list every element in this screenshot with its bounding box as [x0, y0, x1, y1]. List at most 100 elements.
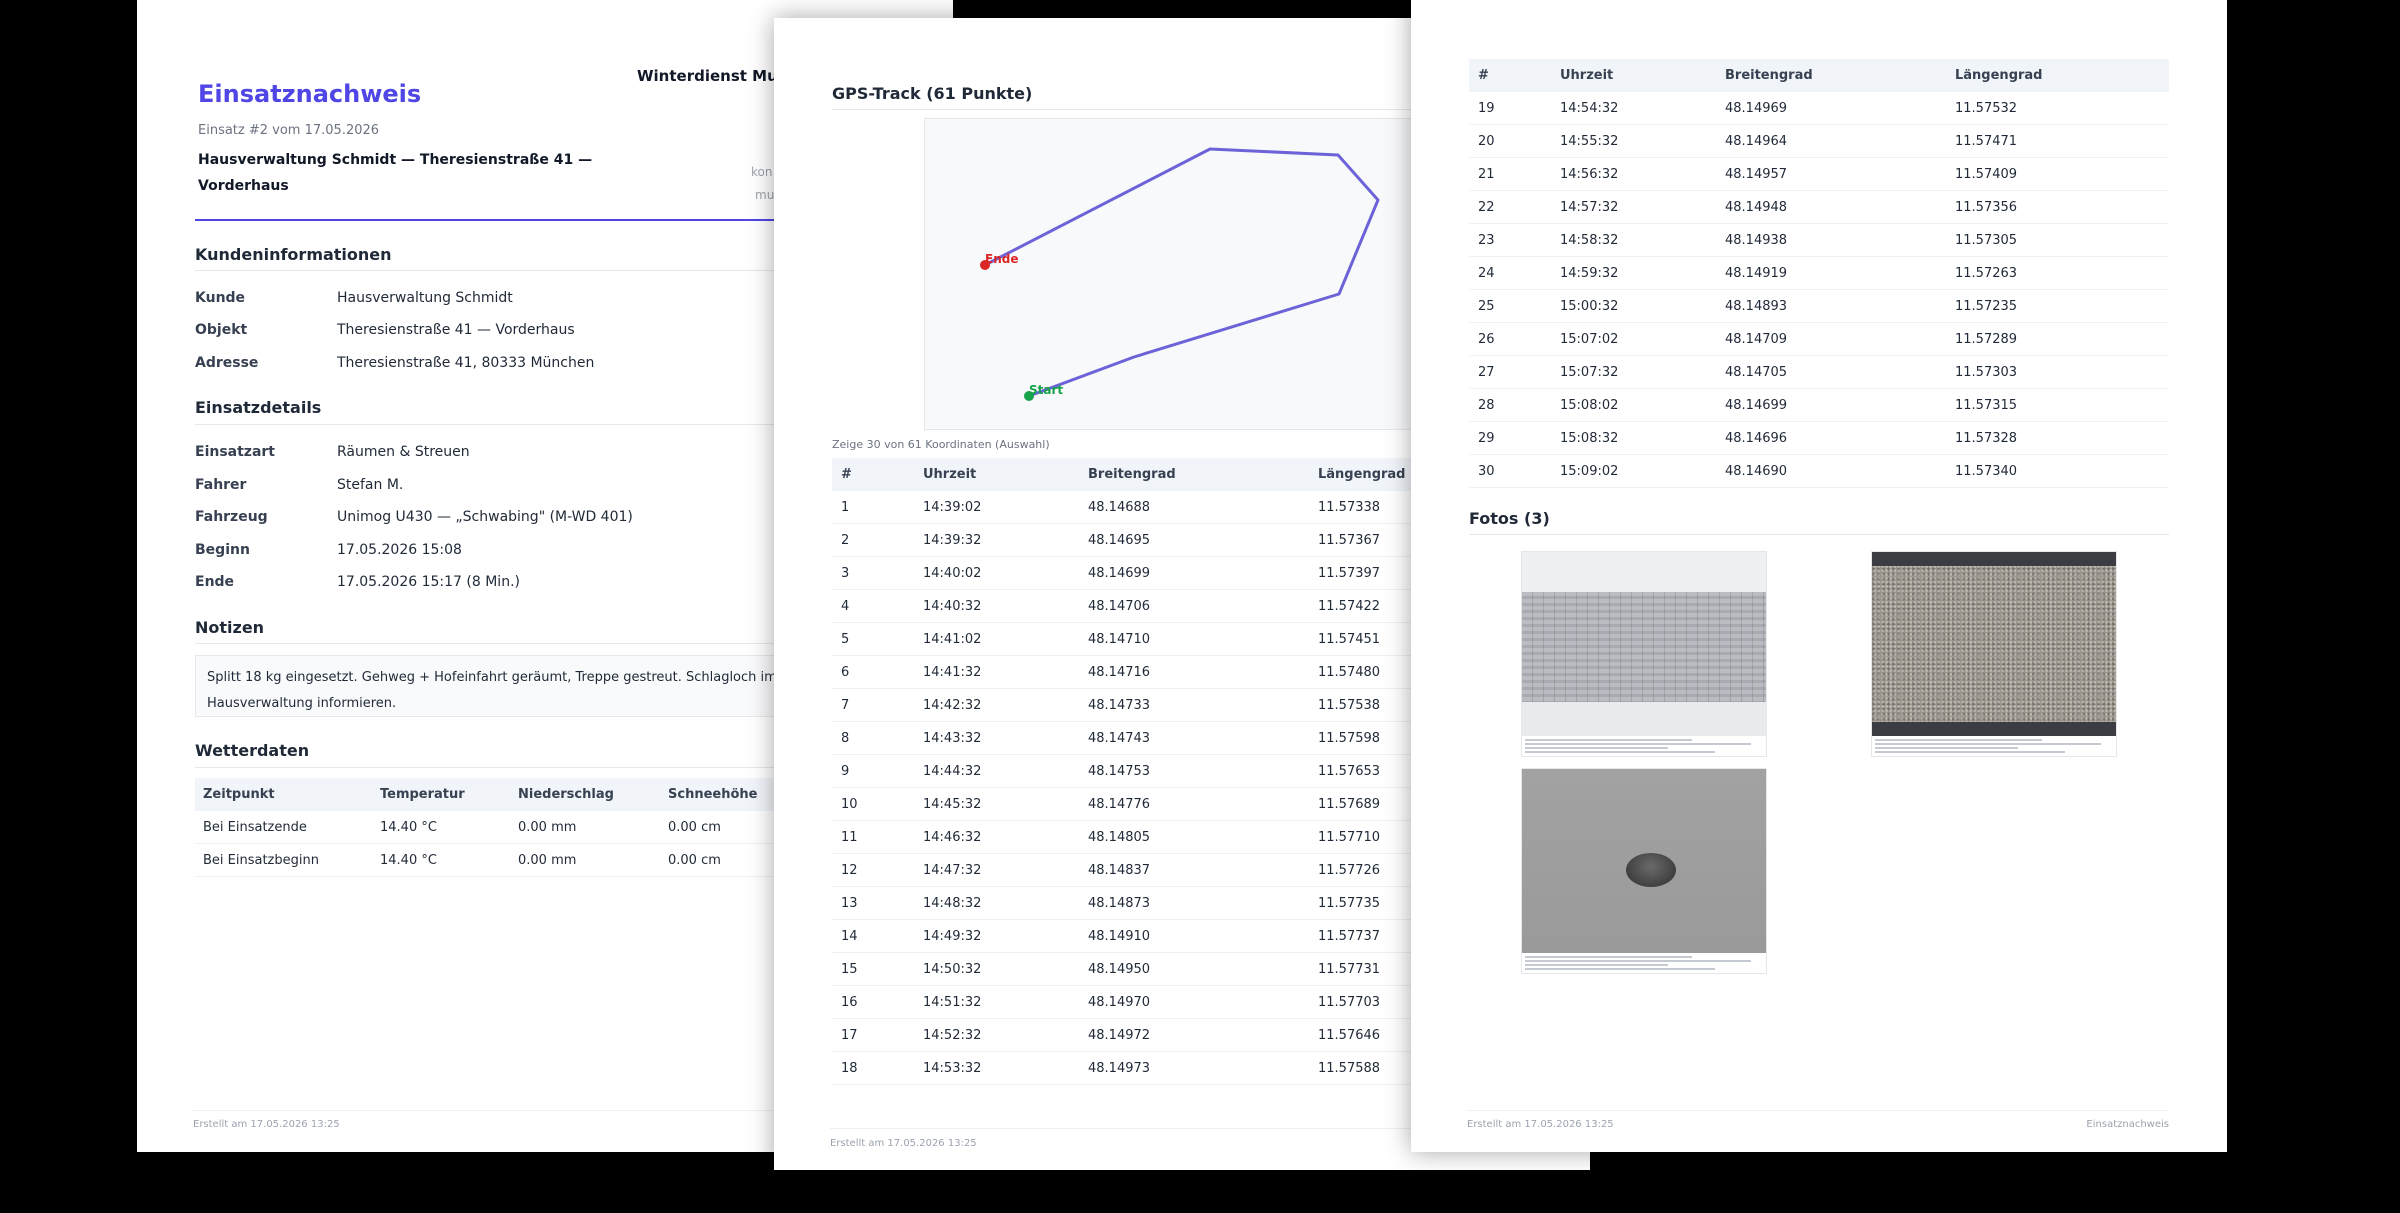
gps-cell: 5: [832, 622, 914, 656]
gps-cell: 15:09:02: [1551, 454, 1716, 488]
photos-heading: Fotos (3): [1469, 509, 1550, 528]
gps-row: 21 14:56:32 48.14957 11.57409: [1469, 157, 2169, 191]
gps-cell: 11.57409: [1946, 157, 2169, 191]
gps-table-part-2: # Uhrzeit Breitengrad Längengrad 19 14:54…: [1469, 59, 2169, 488]
gps-cell: 11.57235: [1946, 289, 2169, 323]
weather-column-header: Zeitpunkt: [195, 778, 372, 811]
gps-heading: GPS-Track (61 Punkte): [832, 84, 1033, 103]
gps-cell: 11.57340: [1946, 454, 2169, 488]
gps-cell: 48.14776: [1079, 787, 1309, 821]
gps-cell: 3: [832, 556, 914, 590]
gps-cell: 10: [832, 787, 914, 821]
gps-cell: 48.14706: [1079, 589, 1309, 623]
object-key: Objekt: [195, 322, 248, 338]
gps-cell: 18: [832, 1051, 914, 1085]
weather-column-header: Temperatur: [372, 778, 510, 811]
gps-cell: 12: [832, 853, 914, 887]
job-type-key: Einsatzart: [195, 444, 275, 460]
gps-cell: 4: [832, 589, 914, 623]
gps-cell: 48.14893: [1716, 289, 1946, 323]
gps-row: 27 15:07:32 48.14705 11.57303: [1469, 355, 2169, 389]
gps-cell: 13: [832, 886, 914, 920]
gps-cell: 14:39:32: [914, 523, 1079, 557]
object-title: Hausverwaltung Schmidt — Theresienstraße…: [198, 152, 593, 194]
gps-cell: 7: [832, 688, 914, 722]
gps-cell: 48.14690: [1716, 454, 1946, 488]
gps-cell: 11.57263: [1946, 256, 2169, 290]
customer-heading: Kundeninformationen: [195, 245, 392, 264]
weather-cell: Bei Einsatzbeginn: [195, 843, 372, 877]
gps-cell: 48.14710: [1079, 622, 1309, 656]
company-contact-line-2: mu: [755, 188, 775, 202]
gps-cell: 14:40:32: [914, 589, 1079, 623]
customer-key: Kunde: [195, 290, 246, 306]
gps-cell: 14:59:32: [1551, 256, 1716, 290]
weather-cell: 14.40 °C: [372, 843, 510, 877]
gps-cell: 11.57356: [1946, 190, 2169, 224]
gps-cell: 48.14743: [1079, 721, 1309, 755]
gps-cell: 14:39:02: [914, 491, 1079, 524]
photo-thumbnail-1[interactable]: [1521, 551, 1767, 757]
gps-cell: 14:51:32: [914, 985, 1079, 1019]
photo-caption-lines: [1525, 739, 1763, 755]
gps-cell: 14:46:32: [914, 820, 1079, 854]
gps-cell: 15: [832, 952, 914, 986]
gps-cell: 48.14948: [1716, 190, 1946, 224]
gps-cell: 14:54:32: [1551, 92, 1716, 125]
photo-caption-lines: [1525, 956, 1763, 972]
gps-cell: 14:41:32: [914, 655, 1079, 689]
driver-key: Fahrer: [195, 477, 247, 493]
end-key: Ende: [195, 574, 235, 590]
gps-cell: 26: [1469, 322, 1551, 356]
gps-cell: 11.57471: [1946, 124, 2169, 158]
gps-cell: 14:47:32: [914, 853, 1079, 887]
gps-cell: 16: [832, 985, 914, 1019]
object-value: Theresienstraße 41 — Vorderhaus: [337, 322, 575, 338]
gps-cell: 15:00:32: [1551, 289, 1716, 323]
gps-cell: 48.14837: [1079, 853, 1309, 887]
gps-column-header: Uhrzeit: [914, 458, 1079, 491]
gps-cell: 21: [1469, 157, 1551, 191]
gps-cell: 14:52:32: [914, 1018, 1079, 1052]
gps-cell: 1: [832, 491, 914, 524]
gps-caption: Zeige 30 von 61 Koordinaten (Auswahl): [832, 438, 1050, 451]
gps-row: 22 14:57:32 48.14948 11.57356: [1469, 190, 2169, 224]
weather-cell: 14.40 °C: [372, 811, 510, 844]
gps-cell: 6: [832, 655, 914, 689]
job-type-value: Räumen & Streuen: [337, 444, 470, 460]
gps-cell: 14:49:32: [914, 919, 1079, 953]
driver-value: Stefan M.: [337, 477, 404, 493]
gps-cell: 11: [832, 820, 914, 854]
gps-cell: 48.14695: [1079, 523, 1309, 557]
gps-row: 20 14:55:32 48.14964 11.57471: [1469, 124, 2169, 158]
gps-column-header: #: [832, 458, 914, 491]
gps-cell: 11.57315: [1946, 388, 2169, 422]
gps-cell: 14:55:32: [1551, 124, 1716, 158]
end-label: Ende: [985, 252, 1018, 266]
photo-thumbnail-2[interactable]: [1871, 551, 2117, 757]
gps-cell: 48.14970: [1079, 985, 1309, 1019]
gps-cell: 11.57305: [1946, 223, 2169, 257]
gps-cell: 48.14688: [1079, 491, 1309, 524]
gps-cell: 48.14699: [1079, 556, 1309, 590]
gps-cell: 15:08:32: [1551, 421, 1716, 455]
gps-cell: 14:48:32: [914, 886, 1079, 920]
weather-heading: Wetterdaten: [195, 741, 310, 760]
gps-cell: 48.14919: [1716, 256, 1946, 290]
gps-row: 19 14:54:32 48.14969 11.57532: [1469, 92, 2169, 125]
gps-cell: 15:08:02: [1551, 388, 1716, 422]
gps-cell: 48.14696: [1716, 421, 1946, 455]
weather-cell: 0.00 mm: [510, 843, 660, 877]
gps-cell: 48.14699: [1716, 388, 1946, 422]
gps-column-header: Breitengrad: [1716, 59, 1946, 92]
gps-cell: 28: [1469, 388, 1551, 422]
vehicle-key: Fahrzeug: [195, 509, 268, 525]
footer-created: Erstellt am 17.05.2026 13:25: [830, 1138, 977, 1149]
gps-cell: 8: [832, 721, 914, 755]
customer-value: Hausverwaltung Schmidt: [337, 290, 513, 306]
gps-cell: 48.14705: [1716, 355, 1946, 389]
photo-thumbnail-3[interactable]: [1521, 768, 1767, 974]
gps-cell: 48.14938: [1716, 223, 1946, 257]
gps-cell: 14:44:32: [914, 754, 1079, 788]
gps-row: 23 14:58:32 48.14938 11.57305: [1469, 223, 2169, 257]
